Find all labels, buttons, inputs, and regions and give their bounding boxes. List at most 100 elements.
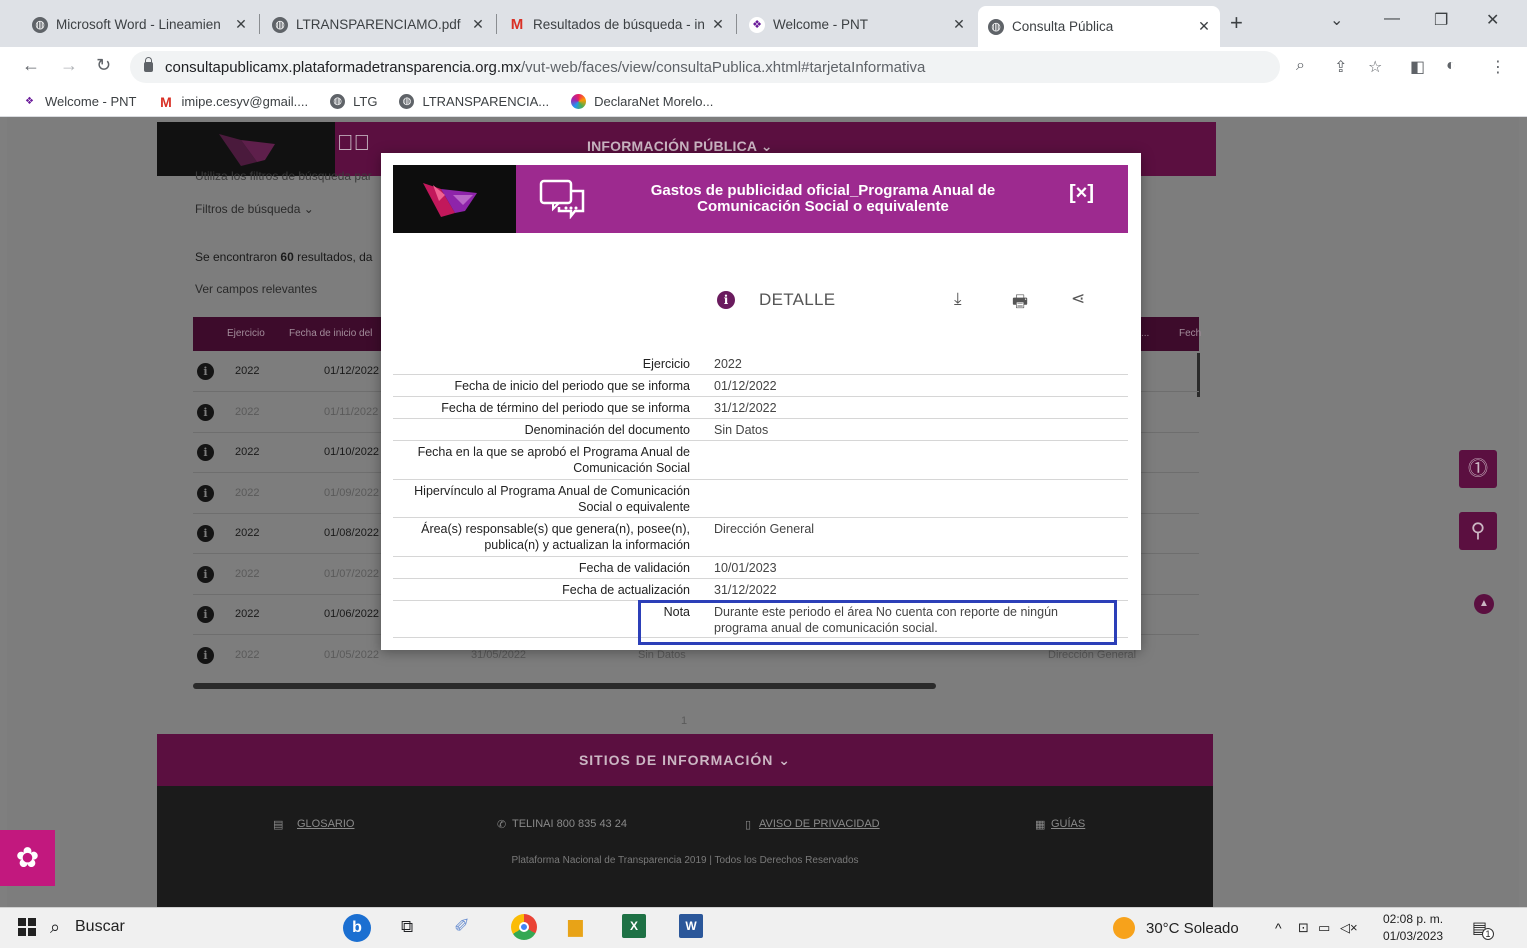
browser-toolbar: ← → ↻ consultapublicamx.plataformadetran…: [0, 47, 1527, 87]
zoom-icon[interactable]: ⌕: [1296, 57, 1305, 75]
highlight-box: [638, 600, 1117, 645]
back-button[interactable]: ←: [22, 55, 40, 76]
gmail-icon: M: [510, 16, 524, 33]
copyright: Plataforma Nacional de Transparencia 201…: [511, 855, 859, 866]
login-icon[interactable]: ⇥⃞: [337, 130, 370, 156]
pnt-icon: ❖: [25, 96, 34, 107]
telinai-text: TELINAI 800 835 43 24: [512, 818, 627, 830]
pagination-page[interactable]: 1: [681, 715, 687, 727]
volume-muted-icon[interactable]: ◁×: [1340, 920, 1358, 936]
bookmark-ltransparencia[interactable]: ◍ LTRANSPARENCIA...: [399, 94, 549, 109]
gmail-icon: M: [160, 93, 172, 110]
address-bar[interactable]: consultapublicamx.plataformadetransparen…: [130, 51, 1280, 83]
download-icon[interactable]: ⤓: [954, 289, 962, 309]
glosario-link[interactable]: GLOSARIO: [297, 818, 354, 830]
chrome-taskbar-icon[interactable]: [511, 914, 537, 940]
taskbar-search[interactable]: Buscar: [75, 918, 125, 936]
aviso-privacidad-link[interactable]: AVISO DE PRIVACIDAD: [759, 818, 880, 830]
close-tab-icon[interactable]: ✕: [708, 16, 728, 33]
bookmark-declaranet[interactable]: DeclaraNet Morelo...: [571, 94, 713, 109]
pnt-icon: ❖: [749, 16, 765, 33]
glosario-icon: ▤: [273, 819, 284, 831]
sitios-informacion-menu[interactable]: SITIOS DE INFORMACIÓN ⌄: [157, 734, 1213, 786]
bookmark-star-icon[interactable]: ☆: [1368, 57, 1382, 77]
windows-start-icon[interactable]: [18, 918, 36, 941]
detail-row-fecha-validacion: Fecha de validación 10/01/2023: [393, 557, 1128, 579]
restore-button[interactable]: ❐: [1434, 10, 1448, 30]
weather-icon[interactable]: [1113, 917, 1135, 939]
detail-modal: Gastos de publicidad oficial_Programa An…: [381, 153, 1141, 650]
forward-button[interactable]: →: [60, 55, 78, 76]
scroll-top-button[interactable]: ▲: [1474, 594, 1494, 614]
excel-icon[interactable]: X: [622, 914, 646, 938]
globe-icon: ◍: [988, 18, 1004, 35]
task-view-icon[interactable]: ⧉: [401, 917, 413, 937]
close-window-button[interactable]: ✕: [1486, 10, 1499, 30]
results-summary: Se encontraron 60 resultados, da: [195, 250, 373, 264]
modal-header: Gastos de publicidad oficial_Programa An…: [393, 165, 1128, 233]
detail-row-fecha-aprobacion: Fecha en la que se aprobó el Programa An…: [393, 441, 1128, 480]
notification-count: 1: [1482, 928, 1494, 940]
close-modal-button[interactable]: [×]: [1069, 182, 1094, 205]
profile-avatar[interactable]: ◐: [1446, 57, 1456, 75]
tab-search-icon[interactable]: ⌄: [1330, 10, 1343, 30]
site-footer: ▤ GLOSARIO ✆ TELINAI 800 835 43 24 ▯ AVI…: [157, 786, 1213, 907]
guias-link[interactable]: GUÍAS: [1051, 818, 1085, 830]
info-icon[interactable]: i: [197, 444, 214, 461]
file-explorer-icon[interactable]: ▆: [568, 915, 583, 938]
info-icon[interactable]: i: [197, 606, 214, 623]
chrome-menu-icon[interactable]: ⋮: [1490, 57, 1506, 77]
accessibility-button[interactable]: ✿: [0, 830, 55, 886]
paint-icon[interactable]: ✐: [454, 915, 470, 938]
tab-consulta-publica[interactable]: ◍ Consulta Pública ✕: [978, 6, 1220, 47]
word-icon[interactable]: W: [679, 914, 703, 938]
clock-date[interactable]: 01/03/2023: [1383, 929, 1443, 943]
detalle-section-title: i DETALLE: [717, 290, 835, 310]
weather-text[interactable]: 30°C Soleado: [1146, 920, 1239, 937]
info-icon[interactable]: i: [197, 363, 214, 380]
detail-row-fecha-termino: Fecha de término del periodo que se info…: [393, 397, 1128, 419]
info-icon[interactable]: i: [197, 566, 214, 583]
tab-welcome-pnt[interactable]: ❖ Welcome - PNT ✕: [739, 8, 975, 41]
globe-icon: ◍: [399, 94, 415, 109]
detail-row-fecha-actualizacion: Fecha de actualización 31/12/2022: [393, 579, 1128, 601]
close-tab-icon[interactable]: ✕: [1194, 18, 1214, 35]
search-icon[interactable]: ⌕: [50, 917, 60, 938]
tab-word[interactable]: ◍ Microsoft Word - Lineamien ✕: [22, 8, 257, 41]
pnt-logo: [393, 165, 516, 233]
side-panel-icon[interactable]: ◧: [1410, 57, 1425, 77]
info-icon[interactable]: i: [197, 485, 214, 502]
info-icon[interactable]: i: [197, 404, 214, 421]
tab-gmail[interactable]: M Resultados de búsqueda - in ✕: [499, 8, 734, 41]
globe-icon: ◍: [32, 16, 48, 33]
bing-icon[interactable]: b: [343, 914, 371, 942]
close-tab-icon[interactable]: ✕: [468, 16, 488, 33]
filters-hint: Utiliza los filtros de búsqueda par: [195, 169, 372, 183]
print-icon[interactable]: 🖶: [1012, 289, 1028, 318]
relevant-fields-link[interactable]: Ver campos relevantes: [195, 282, 317, 296]
bookmark-ltg[interactable]: ◍ LTG: [330, 94, 377, 109]
table-horizontal-scrollbar[interactable]: [193, 683, 936, 689]
network-icon[interactable]: ▭: [1318, 920, 1330, 936]
new-tab-button[interactable]: +: [1230, 10, 1243, 36]
info-icon[interactable]: i: [197, 525, 214, 542]
reload-button[interactable]: ↻: [96, 55, 111, 76]
meet-icon[interactable]: ⊡: [1298, 920, 1309, 936]
tab-pdf[interactable]: ◍ LTRANSPARENCIAMO.pdf ✕: [262, 8, 494, 41]
alert-button[interactable]: ⓵: [1459, 450, 1497, 488]
tools-button[interactable]: ⚲: [1459, 512, 1497, 550]
share-icon[interactable]: ⇪: [1334, 57, 1347, 77]
globe-icon: ◍: [272, 16, 288, 33]
detail-row-area-responsable: Área(s) responsable(s) que genera(n), po…: [393, 518, 1128, 557]
filters-toggle[interactable]: Filtros de búsqueda ⌄: [195, 202, 314, 216]
bookmark-gmail[interactable]: M imipe.cesyv@gmail....: [159, 93, 308, 110]
windows-taskbar: ⌕ Buscar b ⧉ ✐ ▆ X W 30°C Soleado ^ ⊡ ▭ …: [0, 907, 1527, 948]
bookmark-welcome-pnt[interactable]: ❖ Welcome - PNT: [22, 94, 136, 109]
minimize-button[interactable]: —: [1384, 10, 1400, 28]
close-tab-icon[interactable]: ✕: [231, 16, 251, 33]
clock-time[interactable]: 02:08 p. m.: [1383, 912, 1443, 926]
info-icon[interactable]: i: [197, 647, 214, 664]
close-tab-icon[interactable]: ✕: [949, 16, 969, 33]
tray-expand-icon[interactable]: ^: [1275, 920, 1282, 936]
share-icon[interactable]: ⋖: [1071, 289, 1085, 309]
